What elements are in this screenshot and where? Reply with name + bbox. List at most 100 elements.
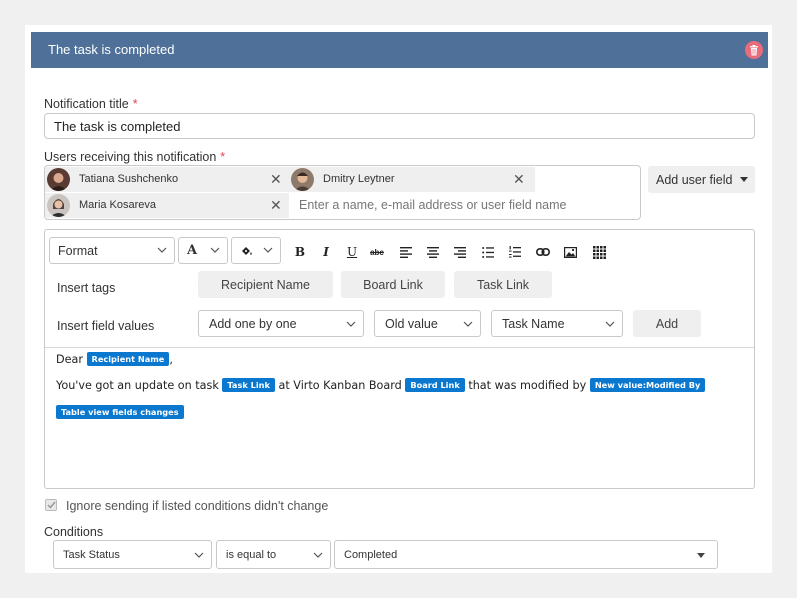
chevron-down-icon [463, 321, 473, 327]
condition-field-select[interactable]: Task Status [53, 540, 212, 569]
add-user-field-label: Add user field [656, 172, 733, 187]
align-right-button[interactable] [452, 244, 468, 260]
chevron-down-icon [194, 552, 204, 558]
background-color-select[interactable] [231, 237, 281, 264]
remove-user-button[interactable]: ✕ [270, 172, 282, 186]
value-type-select[interactable]: Old value [374, 310, 481, 337]
user-chip-name: Maria Kosareva [79, 199, 157, 211]
condition-field-value: Task Status [63, 548, 120, 561]
editor-divider [45, 347, 754, 348]
checkmark-icon [46, 501, 56, 509]
chevron-down-icon [263, 247, 273, 253]
column-select-value: Task Name [502, 316, 565, 331]
numbered-list-icon [509, 246, 521, 258]
format-select-label: Format [58, 243, 98, 258]
message-line: Table view fields changes [56, 405, 184, 419]
notification-title-label: Notification title * [44, 97, 138, 111]
users-search-placeholder[interactable]: Enter a name, e-mail address or user fie… [299, 198, 567, 212]
task-link-tag: Task Link [222, 378, 275, 392]
message-text: You've got an update on task [56, 379, 219, 392]
font-color-icon: A [187, 243, 198, 258]
chevron-down-icon [313, 552, 323, 558]
condition-operator-value: is equal to [226, 548, 277, 561]
user-chip-name: Dmitry Leytner [323, 173, 395, 185]
bullet-list-icon [482, 246, 494, 258]
message-text: , [169, 353, 173, 366]
condition-operator-select[interactable]: is equal to [216, 540, 331, 569]
insert-image-button[interactable] [562, 244, 578, 260]
message-editor: Format A B I U abc Insert tags Recipient… [44, 229, 755, 489]
strikethrough-button[interactable]: abc [369, 244, 385, 260]
delete-notification-button[interactable] [745, 41, 763, 59]
add-field-value-button[interactable]: Add [633, 310, 701, 337]
value-type-select-value: Old value [385, 316, 438, 331]
column-select[interactable]: Task Name [491, 310, 623, 337]
message-line: You've got an update on task Task Link a… [56, 378, 706, 392]
message-text: at Virto Kanban Board [278, 379, 402, 392]
chevron-down-icon [210, 247, 220, 253]
users-picker[interactable]: Tatiana Sushchenko ✕ Dmitry Leytner ✕ Ma… [44, 165, 641, 220]
insert-table-button[interactable] [591, 244, 607, 260]
ignore-sending-checkbox[interactable] [45, 499, 57, 511]
format-select[interactable]: Format [49, 237, 175, 264]
avatar [47, 168, 70, 191]
caret-down-icon [740, 177, 748, 182]
users-label: Users receiving this notification * [44, 150, 225, 164]
users-label-text: Users receiving this notification [44, 150, 217, 164]
modified-by-tag: New value:Modified By [589, 378, 706, 392]
condition-value-select[interactable]: Completed [334, 540, 718, 569]
condition-value: Completed [344, 548, 398, 561]
insert-link-button[interactable] [535, 244, 551, 260]
required-mark: * [132, 97, 138, 111]
italic-button[interactable]: I [318, 244, 334, 260]
chevron-down-icon [346, 321, 356, 327]
trash-icon [750, 44, 758, 55]
caret-down-icon [697, 553, 705, 558]
insert-recipient-name-button[interactable]: Recipient Name [198, 271, 333, 298]
bold-button[interactable]: B [292, 244, 308, 260]
chevron-down-icon [157, 247, 167, 253]
required-mark: * [220, 150, 226, 164]
insert-field-values-label: Insert field values [57, 319, 155, 333]
notification-title-input[interactable]: The task is completed [44, 113, 755, 139]
insert-tags-label: Insert tags [57, 281, 116, 295]
notification-panel: The task is completed Notification title… [25, 25, 772, 573]
message-text: Dear [56, 353, 83, 366]
chevron-down-icon [605, 321, 615, 327]
link-icon [536, 248, 550, 256]
notification-title-label-text: Notification title [44, 97, 129, 111]
notification-header-title: The task is completed [48, 42, 175, 57]
font-color-select[interactable]: A [178, 237, 228, 264]
remove-user-button[interactable]: ✕ [513, 172, 525, 186]
image-icon [563, 246, 577, 258]
conditions-label: Conditions [44, 525, 104, 539]
align-left-button[interactable] [398, 244, 414, 260]
field-mode-select[interactable]: Add one by one [198, 310, 364, 337]
align-center-icon [427, 246, 439, 258]
board-link-tag: Board Link [405, 378, 465, 392]
user-chip: Dmitry Leytner ✕ [289, 167, 535, 192]
field-mode-select-value: Add one by one [209, 316, 297, 331]
recipient-name-tag: Recipient Name [86, 352, 170, 366]
ignore-sending-label: Ignore sending if listed conditions didn… [66, 499, 329, 513]
insert-task-link-button[interactable]: Task Link [454, 271, 552, 298]
message-line: Dear Recipient Name, [56, 352, 173, 366]
notification-header: The task is completed [31, 32, 768, 68]
avatar [47, 194, 70, 217]
align-right-icon [454, 246, 466, 258]
bullet-list-button[interactable] [480, 244, 496, 260]
insert-board-link-button[interactable]: Board Link [341, 271, 445, 298]
user-chip-name: Tatiana Sushchenko [79, 173, 179, 185]
add-user-field-dropdown[interactable]: Add user field [648, 166, 755, 193]
paint-bucket-icon [242, 246, 252, 255]
avatar [291, 168, 314, 191]
underline-button[interactable]: U [344, 244, 360, 260]
numbered-list-button[interactable] [507, 244, 523, 260]
message-text: that was modified by [468, 379, 587, 392]
align-center-button[interactable] [425, 244, 441, 260]
table-view-changes-tag: Table view fields changes [56, 405, 184, 419]
remove-user-button[interactable]: ✕ [270, 198, 282, 212]
user-chip: Tatiana Sushchenko ✕ [45, 167, 289, 192]
user-chip: Maria Kosareva ✕ [45, 193, 289, 218]
align-left-icon [400, 246, 412, 258]
